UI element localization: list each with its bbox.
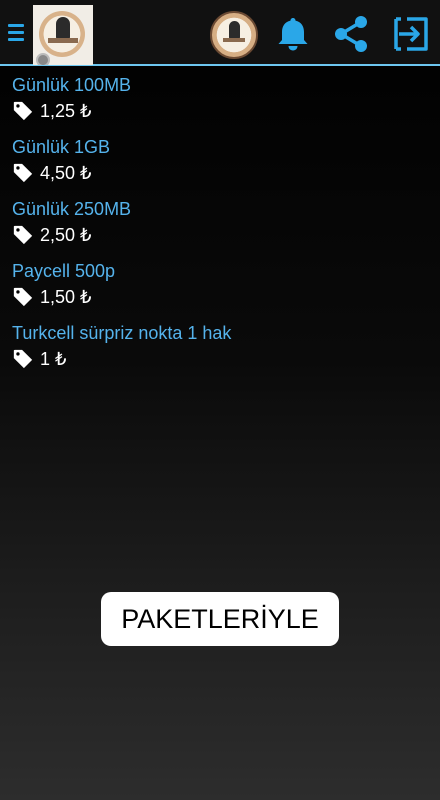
hamburger-menu-icon[interactable] <box>8 22 26 46</box>
menu-line <box>8 24 24 27</box>
package-name: Günlük 1GB <box>12 137 111 157</box>
price-tag-icon <box>12 224 34 246</box>
list-item[interactable]: Günlük 100MB 1,25 ₺ <box>12 72 432 134</box>
package-price: 4,50 ₺ <box>40 163 92 183</box>
package-name: Paycell 500p <box>12 261 116 281</box>
price-tag-icon <box>12 100 34 122</box>
toast-message: PAKETLERİYLE <box>101 592 339 646</box>
price-row: 1 ₺ <box>12 346 432 372</box>
package-price: 1,25 ₺ <box>40 101 92 121</box>
price-tag-icon <box>12 162 34 184</box>
package-price: 2,50 ₺ <box>40 225 92 245</box>
package-price: 1 ₺ <box>40 349 67 369</box>
package-name: Günlük 100MB <box>12 75 132 95</box>
list-item[interactable]: Günlük 250MB 2,50 ₺ <box>12 196 432 258</box>
profile-avatar[interactable] <box>210 11 258 59</box>
price-tag-icon <box>12 286 34 308</box>
price-row: 1,50 ₺ <box>12 284 432 310</box>
price-row: 1,25 ₺ <box>12 98 432 124</box>
package-name: Günlük 250MB <box>12 199 132 219</box>
price-tag-icon <box>12 348 34 370</box>
bell-icon[interactable] <box>273 14 313 54</box>
app-toolbar <box>0 0 440 66</box>
menu-line <box>8 31 24 34</box>
list-item[interactable]: Paycell 500p 1,50 ₺ <box>12 258 432 320</box>
package-name: Turkcell sürpriz nokta 1 hak <box>12 323 232 343</box>
share-icon[interactable] <box>331 14 371 54</box>
package-list: Günlük 100MB 1,25 ₺ Günlük 1GB 4,50 ₺ Gü… <box>12 72 432 382</box>
list-item[interactable]: Günlük 1GB 4,50 ₺ <box>12 134 432 196</box>
price-row: 2,50 ₺ <box>12 222 432 248</box>
package-price: 1,50 ₺ <box>40 287 92 307</box>
app-logo <box>33 5 93 65</box>
logout-icon[interactable] <box>391 14 431 54</box>
logo-badge <box>36 53 50 65</box>
menu-line <box>8 38 24 41</box>
list-item[interactable]: Turkcell sürpriz nokta 1 hak 1 ₺ <box>12 320 432 382</box>
price-row: 4,50 ₺ <box>12 160 432 186</box>
